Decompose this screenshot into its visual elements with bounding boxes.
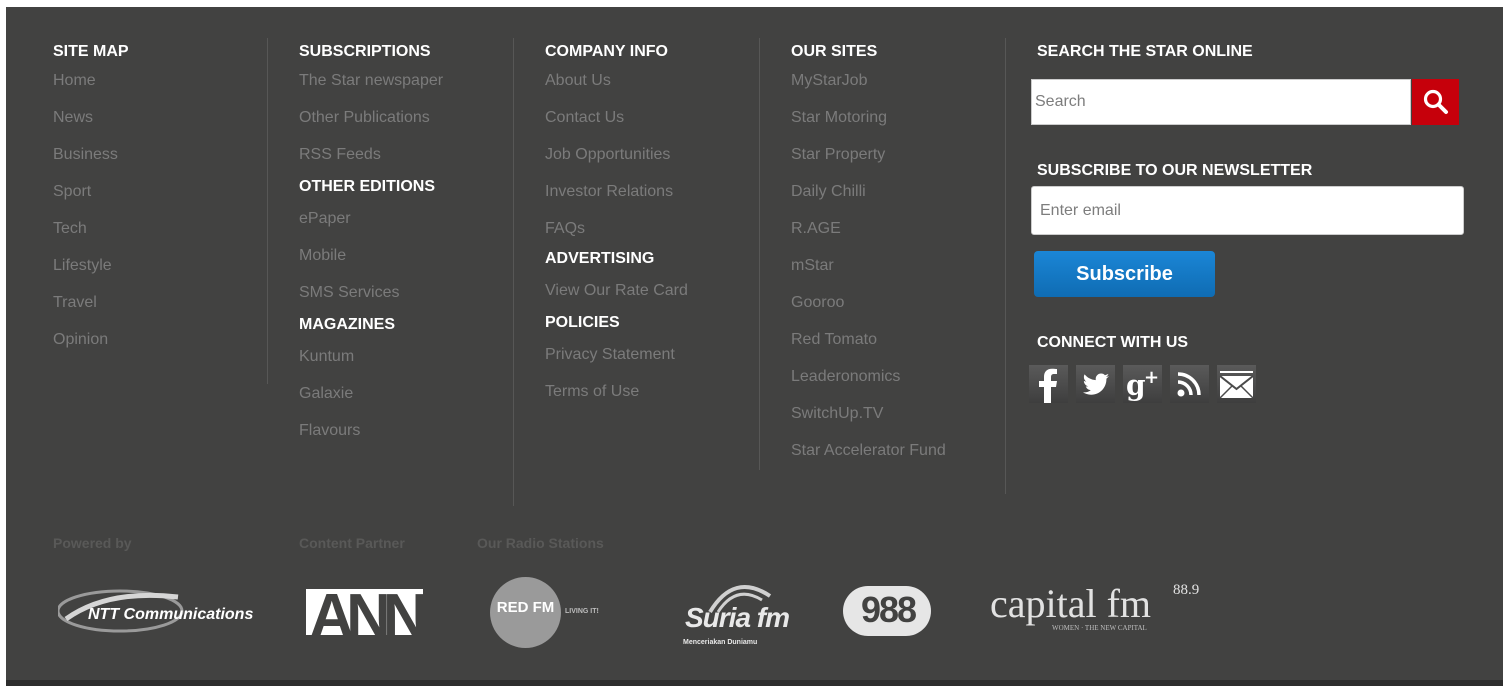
footer-link-mobile[interactable]: Mobile: [299, 237, 443, 274]
our-sites-column: OUR SITES MyStarJob Star Motoring Star P…: [791, 30, 946, 469]
red-fm-logo-text: RED FM: [496, 599, 555, 616]
footer-link-travel[interactable]: Travel: [53, 284, 129, 321]
footer-link-star-motoring[interactable]: Star Motoring: [791, 99, 946, 136]
footer-link-daily-chilli[interactable]: Daily Chilli: [791, 173, 946, 210]
capital-frequency: 88.9: [1173, 582, 1200, 598]
footer-link-galaxie[interactable]: Galaxie: [299, 375, 443, 412]
company-info-column: COMPANY INFO About Us Contact Us Job Opp…: [545, 30, 688, 410]
suria-tagline: Menceriakan Duniamu: [683, 639, 758, 646]
footer-link-terms-of-use[interactable]: Terms of Use: [545, 373, 688, 410]
footer-link-red-tomato[interactable]: Red Tomato: [791, 321, 946, 358]
capital-fm-logo[interactable]: capital fm 88.9 WOMEN · THE NEW CAPITAL: [990, 578, 1210, 638]
footer-link-rate-card[interactable]: View Our Rate Card: [545, 272, 688, 309]
our-sites-heading: OUR SITES: [791, 43, 878, 60]
red-fm-tagline: LIVING IT!: [565, 608, 599, 615]
footer-link-star-accelerator-fund[interactable]: Star Accelerator Fund: [791, 432, 946, 469]
footer-link-other-publications[interactable]: Other Publications: [299, 99, 443, 136]
subscriptions-column: SUBSCRIPTIONS The Star newspaper Other P…: [299, 30, 443, 449]
connect-heading: CONNECT WITH US: [1037, 334, 1189, 351]
footer-link-job-opportunities[interactable]: Job Opportunities: [545, 136, 688, 173]
ann-logo-text: ANN: [309, 589, 423, 635]
footer-link-sport[interactable]: Sport: [53, 173, 129, 210]
footer-link-leaderonomics[interactable]: Leaderonomics: [791, 358, 946, 395]
search-heading: SEARCH THE STAR ONLINE: [1037, 43, 1253, 60]
twitter-icon[interactable]: [1076, 365, 1115, 403]
footer-link-business[interactable]: Business: [53, 136, 129, 173]
footer-link-rss-feeds[interactable]: RSS Feeds: [299, 136, 443, 173]
column-divider: [759, 38, 760, 470]
powered-by-label: Powered by: [53, 535, 132, 551]
footer-link-flavours[interactable]: Flavours: [299, 412, 443, 449]
advertising-heading: ADVERTISING: [545, 250, 655, 267]
facebook-icon[interactable]: [1029, 365, 1068, 403]
connect-section: CONNECT WITH US: [1037, 322, 1188, 353]
footer-link-home[interactable]: Home: [53, 62, 129, 99]
footer-link-switchup-tv[interactable]: SwitchUp.TV: [791, 395, 946, 432]
radio-stations-label: Our Radio Stations: [477, 535, 604, 551]
search-column: SEARCH THE STAR ONLINE: [1037, 30, 1253, 62]
footer-link-kuntum[interactable]: Kuntum: [299, 338, 443, 375]
search-button[interactable]: [1412, 79, 1459, 125]
google-plus-icon[interactable]: g +: [1123, 365, 1162, 403]
footer-link-sms-services[interactable]: SMS Services: [299, 274, 443, 311]
footer-link-about-us[interactable]: About Us: [545, 62, 688, 99]
rss-icon[interactable]: [1170, 365, 1209, 403]
site-map-column: SITE MAP Home News Business Sport Tech L…: [53, 30, 129, 358]
footer-bottom-bar: [6, 680, 1503, 686]
subscribe-button[interactable]: Subscribe: [1034, 251, 1215, 297]
footer-link-contact-us[interactable]: Contact Us: [545, 99, 688, 136]
suria-fm-logo[interactable]: Suria fm Menceriakan Duniamu: [682, 576, 790, 652]
footer-link-tech[interactable]: Tech: [53, 210, 129, 247]
email-icon[interactable]: [1217, 365, 1256, 403]
newsletter-section: SUBSCRIBE TO OUR NEWSLETTER: [1037, 150, 1312, 181]
red-fm-logo[interactable]: RED FM LIVING IT!: [490, 577, 624, 649]
ntt-logo-text: NTT Communications: [88, 606, 254, 623]
988-fm-logo[interactable]: 988: [843, 583, 938, 647]
footer-link-star-newspaper[interactable]: The Star newspaper: [299, 62, 443, 99]
ann-logo[interactable]: ANN: [306, 589, 423, 635]
988-logo-text: 988: [860, 589, 917, 630]
policies-heading: POLICIES: [545, 314, 620, 331]
capital-tagline: WOMEN · THE NEW CAPITAL: [1052, 624, 1147, 632]
ntt-communications-logo[interactable]: NTT Communications: [56, 587, 254, 637]
newsletter-heading: SUBSCRIBE TO OUR NEWSLETTER: [1037, 162, 1313, 179]
footer-link-gooroo[interactable]: Gooroo: [791, 284, 946, 321]
column-divider: [267, 38, 268, 384]
svg-text:+: +: [1144, 367, 1159, 388]
search-input[interactable]: [1031, 79, 1411, 125]
footer-link-privacy-statement[interactable]: Privacy Statement: [545, 336, 688, 373]
footer-link-news[interactable]: News: [53, 99, 129, 136]
subscriptions-heading: SUBSCRIPTIONS: [299, 43, 431, 60]
company-info-heading: COMPANY INFO: [545, 43, 668, 60]
suria-logo-text: Suria fm: [685, 602, 790, 633]
footer-link-opinion[interactable]: Opinion: [53, 321, 129, 358]
column-divider: [513, 38, 514, 506]
footer-link-epaper[interactable]: ePaper: [299, 200, 443, 237]
footer-link-mystarjob[interactable]: MyStarJob: [791, 62, 946, 99]
capital-logo-text: capital fm: [990, 581, 1152, 626]
column-divider: [1005, 38, 1006, 494]
email-field[interactable]: [1031, 186, 1464, 235]
footer-link-lifestyle[interactable]: Lifestyle: [53, 247, 129, 284]
svg-text:g: g: [1126, 369, 1146, 402]
magazines-heading: MAGAZINES: [299, 316, 395, 333]
footer-link-faqs[interactable]: FAQs: [545, 210, 688, 247]
footer-link-investor-relations[interactable]: Investor Relations: [545, 173, 688, 210]
footer-link-rage[interactable]: R.AGE: [791, 210, 946, 247]
content-partner-label: Content Partner: [299, 535, 405, 551]
site-map-heading: SITE MAP: [53, 43, 129, 60]
search-box: [1031, 79, 1459, 127]
search-icon: [1423, 89, 1448, 114]
footer-link-mstar[interactable]: mStar: [791, 247, 946, 284]
other-editions-heading: OTHER EDITIONS: [299, 178, 436, 195]
footer-link-star-property[interactable]: Star Property: [791, 136, 946, 173]
social-icons: g +: [1029, 365, 1256, 403]
